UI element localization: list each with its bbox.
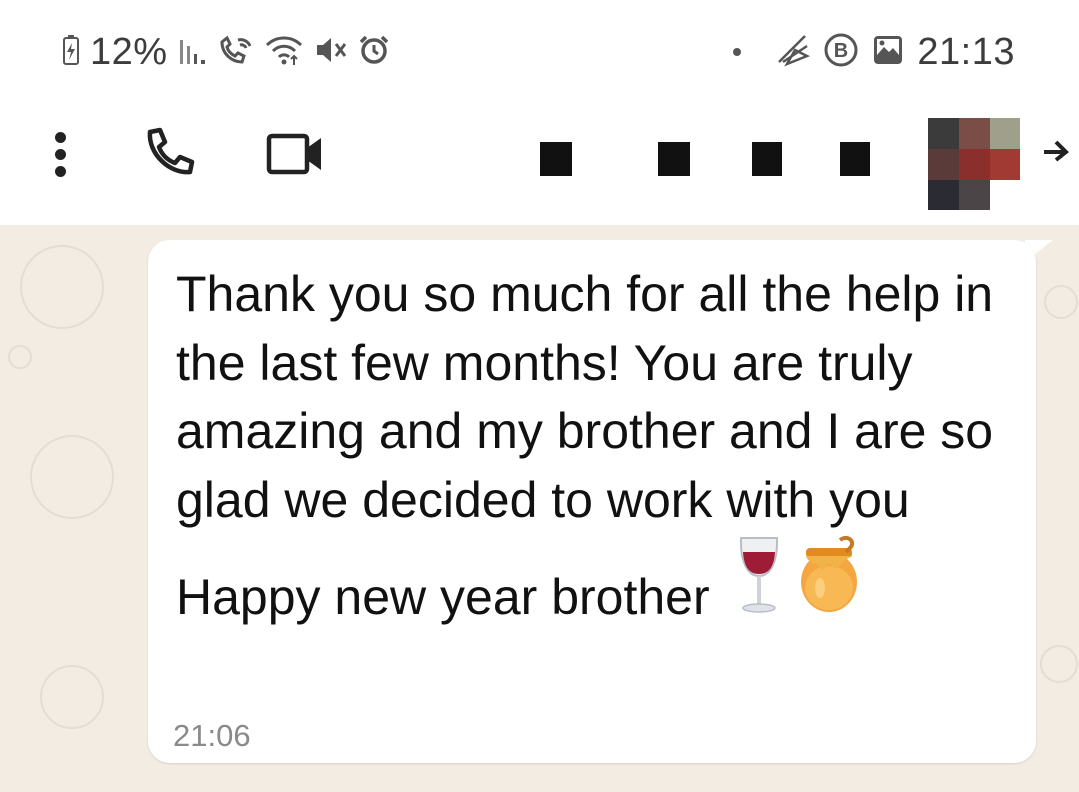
- status-bar: 12% B 21:13: [0, 0, 1079, 100]
- status-bar-right: B 21:13: [733, 30, 1015, 74]
- background-doodle: [20, 245, 104, 329]
- back-arrow-icon[interactable]: [1040, 136, 1070, 166]
- redaction-block: [840, 142, 870, 176]
- message-text: Thank you so much for all the help in th…: [176, 266, 994, 625]
- wifi-icon: [264, 34, 304, 71]
- notification-dot-icon: [733, 48, 742, 56]
- wifi-call-icon: [218, 34, 254, 71]
- more-options-icon[interactable]: [50, 130, 70, 180]
- voice-call-icon[interactable]: [140, 124, 196, 180]
- background-doodle: [40, 665, 104, 729]
- message-emojis: [738, 534, 860, 632]
- svg-text:B: B: [834, 40, 848, 62]
- background-doodle: [1044, 285, 1078, 319]
- video-call-icon[interactable]: [265, 126, 327, 182]
- avatar[interactable]: [928, 118, 1020, 210]
- battery-charging-icon: [62, 34, 80, 71]
- background-doodle: [1040, 645, 1078, 683]
- signal-icon: [178, 34, 208, 71]
- redaction-block: [752, 142, 782, 176]
- alarm-icon: [358, 34, 390, 71]
- honey-pot-emoji: [798, 535, 860, 632]
- chat-header: [0, 100, 1079, 225]
- message-bubble[interactable]: Thank you so much for all the help in th…: [148, 240, 1036, 763]
- message-timestamp: 21:06: [173, 718, 251, 753]
- status-bar-left: 12%: [62, 30, 390, 74]
- status-time: 21:13: [917, 30, 1015, 73]
- background-doodle: [8, 345, 32, 369]
- mute-icon: [314, 34, 348, 71]
- app-notification-icon: [775, 32, 811, 73]
- redaction-block: [540, 142, 572, 176]
- wine-glass-emoji: [738, 534, 780, 632]
- message-text-container: Thank you so much for all the help in th…: [176, 260, 1021, 632]
- gallery-icon: [871, 33, 905, 72]
- redaction-block: [658, 142, 690, 176]
- background-doodle: [30, 435, 114, 519]
- battery-percent: 12%: [90, 30, 168, 73]
- b-badge-icon: B: [823, 32, 859, 73]
